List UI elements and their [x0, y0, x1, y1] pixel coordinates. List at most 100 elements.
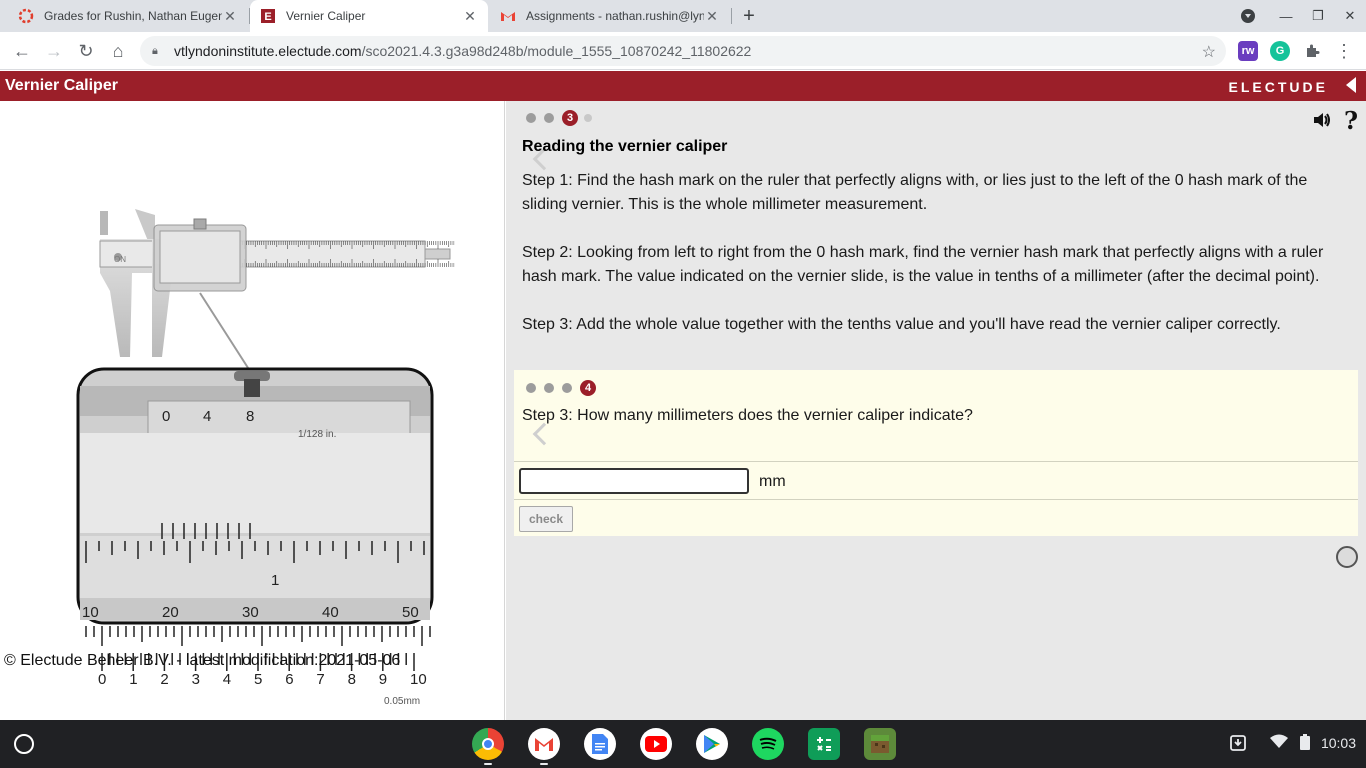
vernier-mm-label: 4 — [223, 671, 231, 688]
step-dot-current: 4 — [580, 380, 596, 396]
home-icon[interactable]: ⌂ — [104, 37, 132, 65]
svg-text:ON: ON — [114, 255, 126, 264]
tab-separator — [731, 8, 732, 24]
step-dot[interactable] — [544, 383, 554, 393]
step-dot[interactable] — [584, 114, 592, 122]
step-dot[interactable] — [526, 113, 536, 123]
step-dot[interactable] — [544, 113, 554, 123]
collapse-panel-icon[interactable] — [1346, 77, 1356, 93]
tab-grades[interactable]: Grades for Rushin, Nathan Eugene ✕ — [8, 0, 248, 32]
new-tab-button[interactable]: + — [737, 4, 761, 28]
mm-scale-label: 10 — [82, 604, 99, 621]
canvas-logo-icon — [18, 8, 34, 24]
step-progress: 3 — [526, 110, 600, 126]
vernier-mm-label: 9 — [379, 671, 387, 688]
zoom-leader-line — [199, 292, 251, 372]
browser-toolbar: ← → ↻ ⌂ 🔒︎ vtlyndoninstitute.electude.co… — [0, 32, 1366, 70]
instruction-step-1: Step 1: Find the hash mark on the ruler … — [522, 172, 1308, 213]
speaker-icon[interactable] — [1312, 111, 1332, 134]
google-docs-app-icon[interactable] — [584, 728, 616, 760]
tab-title: Grades for Rushin, Nathan Eugene — [44, 9, 222, 23]
tab-title: Vernier Caliper — [286, 9, 366, 23]
minecraft-app-icon[interactable] — [864, 728, 896, 760]
app-title: Vernier Caliper — [5, 77, 118, 94]
vernier-mm-label: 3 — [192, 671, 200, 688]
chrome-app-icon[interactable] — [472, 728, 504, 760]
vernier-mm-label: 5 — [254, 671, 262, 688]
vernier-mm-label: 2 — [160, 671, 168, 688]
app-running-indicator — [484, 763, 492, 765]
vernier-inch-label: 4 — [203, 408, 211, 425]
mm-scale-label: 20 — [162, 604, 179, 621]
question-box: 4 Step 3: How many millimeters does the … — [514, 370, 1358, 536]
close-tab-icon[interactable]: ✕ — [462, 8, 478, 25]
gmail-app-icon[interactable] — [528, 728, 560, 760]
answer-input[interactable] — [519, 468, 749, 494]
help-icon[interactable]: ? — [1344, 106, 1358, 135]
close-tab-icon[interactable]: ✕ — [222, 8, 238, 25]
vernier-inch-label: 8 — [246, 408, 254, 425]
previous-question-chevron-icon[interactable] — [532, 422, 556, 446]
maximize-icon[interactable]: ❐ — [1302, 0, 1334, 32]
copyright-text: © Electude Beheer B.V. - latest modifica… — [4, 652, 401, 669]
play-store-app-icon[interactable] — [696, 728, 728, 760]
lesson-heading: Reading the vernier caliper — [522, 138, 728, 155]
lesson-panel: 3 ? Reading the vernier caliper Step 1: … — [506, 101, 1366, 720]
address-bar[interactable]: 🔒︎ vtlyndoninstitute.electude.com/sco202… — [140, 36, 1226, 66]
tab-vernier-caliper[interactable]: E Vernier Caliper ✕ — [250, 0, 488, 32]
calculator-app-icon[interactable] — [808, 728, 840, 760]
reload-icon[interactable]: ↻ — [72, 37, 100, 65]
minimize-icon[interactable]: — — [1270, 0, 1302, 32]
brand-logo: ELECTUDE — [1228, 79, 1328, 95]
feedback-chat-icon[interactable] — [1336, 546, 1358, 568]
menu-kebab-icon[interactable]: ⋮ — [1330, 37, 1358, 65]
inch-numeral-label: 1 — [271, 572, 279, 589]
launcher-icon[interactable] — [14, 734, 34, 754]
divider — [514, 499, 1358, 500]
battery-icon[interactable] — [1300, 734, 1310, 754]
step-dot[interactable] — [562, 383, 572, 393]
mm-scale-label: 40 — [322, 604, 339, 621]
extension-rw-icon[interactable]: rw — [1238, 41, 1258, 61]
vernier-mm-label: 1 — [129, 671, 137, 688]
url-host: vtlyndoninstitute.electude.com — [174, 43, 362, 59]
question-step-progress: 4 — [526, 380, 602, 396]
vernier-caliper-illustration: ON 0 4 8 1/128 in. 1 10 20 30 40 50 0 1 … — [76, 209, 455, 707]
tab-title: Assignments - nathan.rushin@lyndoninstit… — [526, 9, 704, 23]
mm-scale-label: 50 — [402, 604, 419, 621]
spotify-app-icon[interactable] — [752, 728, 784, 760]
instruction-step-2: Step 2: Looking from left to right from … — [522, 244, 1324, 285]
bookmark-star-icon[interactable]: ☆ — [1202, 42, 1216, 62]
grammarly-icon[interactable]: G — [1270, 41, 1290, 61]
question-text: Step 3: How many millimeters does the ve… — [522, 407, 973, 424]
back-icon[interactable]: ← — [8, 37, 36, 65]
lock-icon: 🔒︎ — [152, 44, 158, 57]
holding-space-icon[interactable] — [1229, 734, 1247, 756]
tab-search-icon[interactable] — [1232, 0, 1264, 32]
forward-icon[interactable]: → — [40, 37, 68, 65]
vernier-inch-label: 0 — [162, 408, 170, 425]
vernier-mm-label: 6 — [285, 671, 293, 688]
close-window-icon[interactable]: ✕ — [1334, 0, 1366, 32]
caliper-body: ON — [99, 209, 455, 357]
step-dot[interactable] — [526, 383, 536, 393]
illustration-panel: ON 0 4 8 1/128 in. 1 10 20 30 40 50 0 1 … — [0, 101, 505, 720]
youtube-app-icon[interactable] — [640, 728, 672, 760]
close-tab-icon[interactable]: ✕ — [704, 8, 720, 25]
step-dot-current: 3 — [562, 110, 578, 126]
resolution-label: 0.05mm — [384, 696, 420, 707]
url-path: /sco2021.4.3.g3a98d248b/module_1555_1087… — [361, 43, 752, 59]
tab-assignments[interactable]: Assignments - nathan.rushin@lyndoninstit… — [490, 0, 730, 32]
app-header: Vernier Caliper ELECTUDE — [0, 71, 1366, 101]
wifi-icon[interactable] — [1270, 734, 1288, 752]
vernier-mm-label: 0 — [98, 671, 106, 688]
os-shelf: 10:03 — [0, 720, 1366, 768]
system-clock[interactable]: 10:03 — [1321, 735, 1356, 751]
vernier-mm-label: 8 — [348, 671, 356, 688]
vernier-mm-label: 7 — [316, 671, 324, 688]
inch-scale-label: 1/128 in. — [298, 429, 336, 440]
check-button[interactable]: check — [519, 506, 573, 532]
tab-strip: Grades for Rushin, Nathan Eugene ✕ E Ver… — [0, 0, 1366, 32]
extensions-puzzle-icon[interactable] — [1298, 37, 1326, 65]
gmail-icon — [500, 8, 516, 24]
